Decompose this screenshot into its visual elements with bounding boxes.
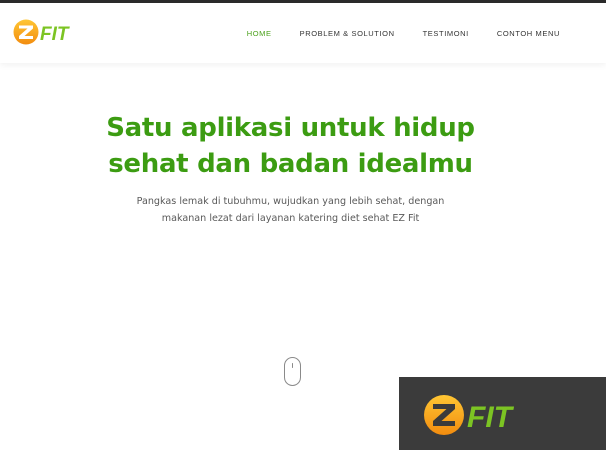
hero-subtitle-line-1: Pangkas lemak di tubuhmu, wujudkan yang … bbox=[136, 196, 445, 207]
brand-logo[interactable]: FIT bbox=[12, 15, 82, 49]
hero-title: Satu aplikasi untuk hidup sehat dan bada… bbox=[0, 110, 581, 182]
navbar: FIT HOME PROBLEM & SOLUTION TESTIMONI CO… bbox=[0, 3, 606, 63]
nav-contoh-menu[interactable]: CONTOH MENU bbox=[497, 29, 560, 38]
nav-home[interactable]: HOME bbox=[247, 29, 272, 38]
hero-title-line-1: Satu aplikasi untuk hidup bbox=[106, 113, 475, 143]
hero-title-line-2: sehat dan badan idealmu bbox=[108, 149, 473, 179]
logo-text: FIT bbox=[40, 24, 70, 45]
nav-problem-solution[interactable]: PROBLEM & SOLUTION bbox=[300, 29, 395, 38]
overlay-logo-text: FIT bbox=[467, 401, 515, 434]
main-nav: HOME PROBLEM & SOLUTION TESTIMONI CONTOH… bbox=[247, 3, 560, 63]
nav-testimoni[interactable]: TESTIMONI bbox=[423, 29, 469, 38]
overlay-logo: FIT bbox=[424, 395, 515, 435]
hero-subtitle-line-2: makanan lezat dari layanan katering diet… bbox=[161, 213, 420, 224]
mouse-wheel bbox=[291, 363, 294, 368]
hero-subtitle: Pangkas lemak di tubuhmu, wujudkan yang … bbox=[120, 193, 461, 227]
logo-overlay-panel: FIT bbox=[399, 377, 606, 450]
mouse-scroll-icon[interactable] bbox=[284, 357, 301, 386]
